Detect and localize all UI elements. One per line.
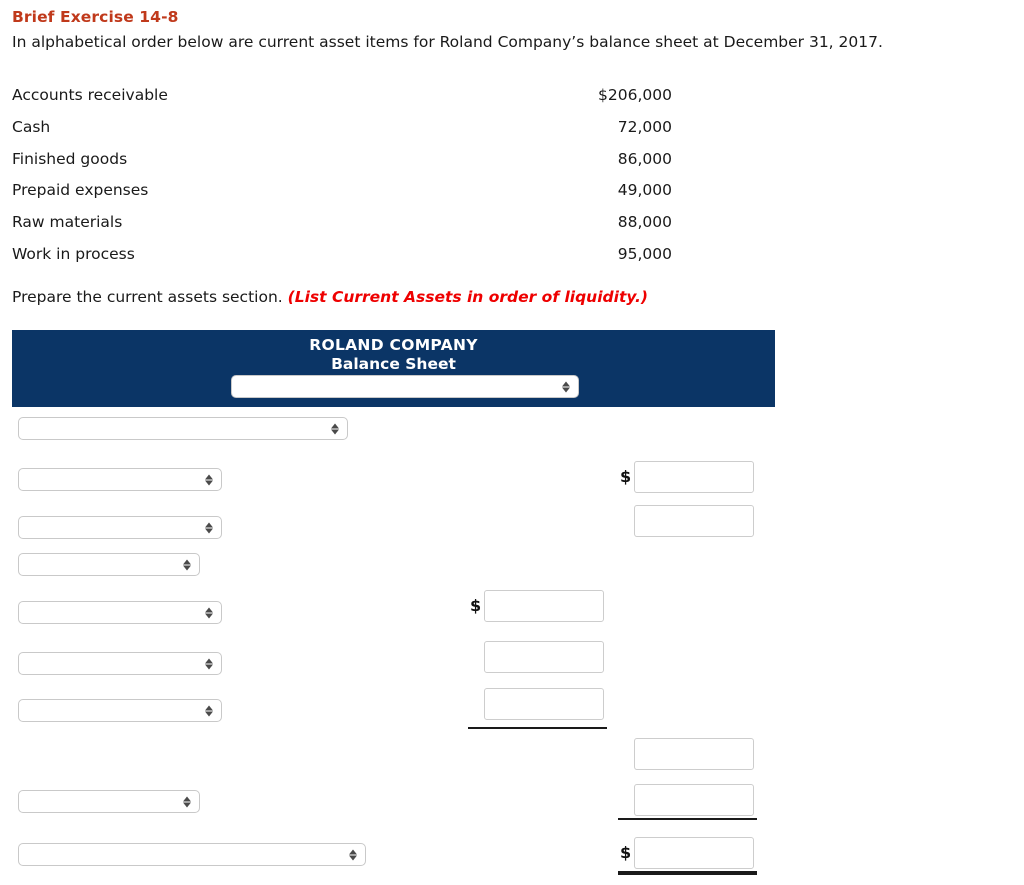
line-item-2-select[interactable] [18,516,222,539]
amount-mid-3-input[interactable] [484,688,604,720]
amount-right-4-input[interactable] [634,784,754,816]
line-item-4-select[interactable] [18,601,222,624]
chevron-updown-icon [182,556,191,573]
chevron-updown-icon [204,702,213,719]
chevron-updown-icon [204,471,213,488]
chevron-updown-icon [204,655,213,672]
chevron-updown-icon [182,793,191,810]
amount-right-1-input[interactable] [634,461,754,493]
amount-right-3-input[interactable] [634,738,754,770]
section-heading-select[interactable] [18,417,348,440]
chevron-updown-icon [330,420,339,437]
total-double-rule [618,871,757,875]
chevron-updown-icon [348,846,357,863]
amount-mid-1-input[interactable] [484,590,604,622]
dollar-sign-total: $ [620,843,632,862]
dollar-sign-right-1: $ [620,467,632,486]
subtotal-rule-middle [468,727,607,729]
amount-total-input[interactable] [634,837,754,869]
subtotal-label-select[interactable] [18,790,200,813]
amount-mid-2-input[interactable] [484,641,604,673]
line-item-3-select[interactable] [18,553,200,576]
line-item-5-select[interactable] [18,652,222,675]
dollar-sign-mid-1: $ [470,596,482,615]
line-item-1-select[interactable] [18,468,222,491]
balance-sheet-form: $ $ $ [0,0,1024,885]
line-item-6-select[interactable] [18,699,222,722]
subtotal-rule-right [618,818,757,820]
amount-right-2-input[interactable] [634,505,754,537]
chevron-updown-icon [204,519,213,536]
total-label-select[interactable] [18,843,366,866]
chevron-updown-icon [204,604,213,621]
